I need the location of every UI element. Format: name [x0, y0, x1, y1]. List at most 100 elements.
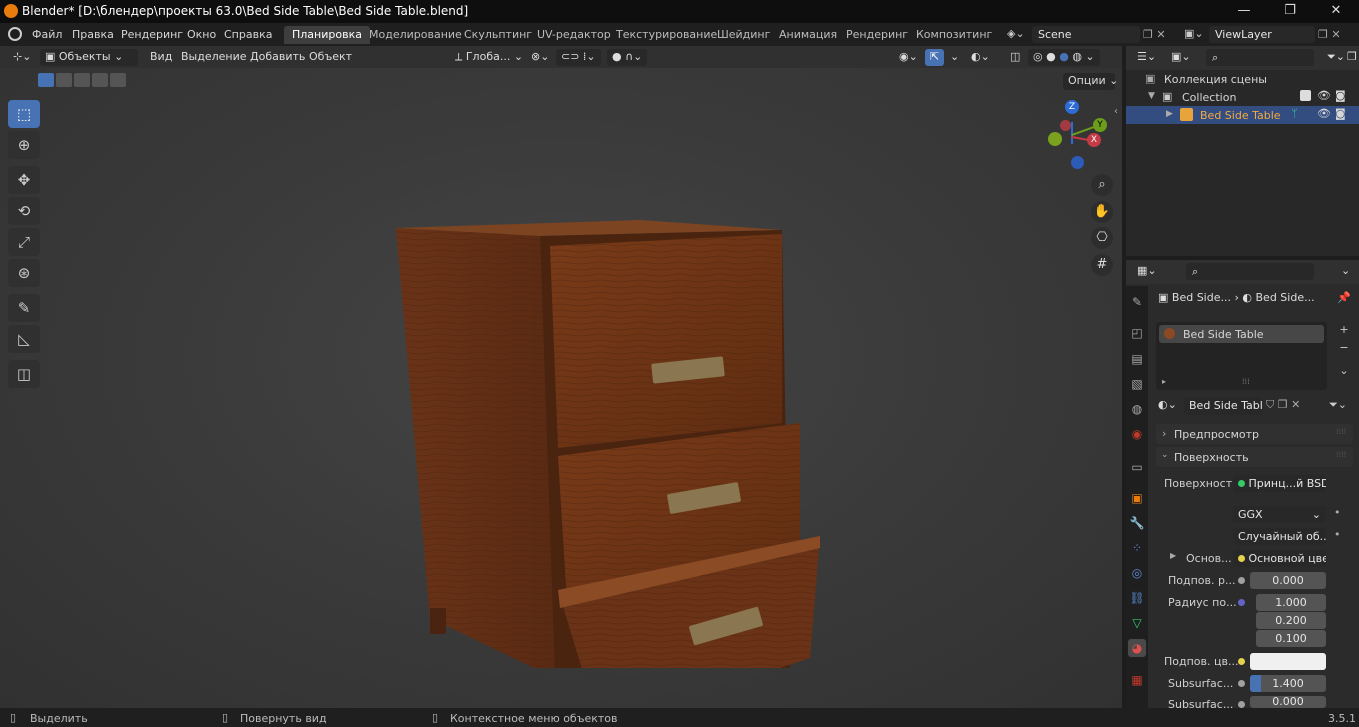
- material-name-field[interactable]: Bed Side Table: [1184, 397, 1262, 415]
- properties-options-icon[interactable]: ⌄: [1336, 263, 1355, 280]
- properties-editor-icon[interactable]: ▦⌄: [1132, 263, 1162, 280]
- constraints-tab-icon[interactable]: ⛓: [1128, 589, 1146, 607]
- select-new-icon[interactable]: [38, 73, 54, 87]
- expand-socket-icon[interactable]: ▶: [1170, 551, 1176, 560]
- subsurface-aniso-field[interactable]: 0.000: [1250, 696, 1326, 708]
- proportional-edit-icon[interactable]: ● ∩⌄: [607, 49, 648, 66]
- menu-select[interactable]: Выделение: [176, 49, 252, 66]
- gizmo-y-label[interactable]: Y: [1093, 118, 1107, 132]
- output-tab-icon[interactable]: ▤: [1128, 350, 1146, 368]
- editor-type-icon[interactable]: ⊹⌄: [8, 49, 36, 66]
- render-tab-icon[interactable]: ◰: [1128, 324, 1146, 342]
- view-layer-field[interactable]: ViewLayer: [1209, 26, 1315, 43]
- exclude-checkbox-icon[interactable]: [1300, 90, 1311, 101]
- close-button[interactable]: ✕: [1313, 0, 1359, 23]
- remove-slot-icon[interactable]: −: [1335, 341, 1353, 359]
- radius-x-field[interactable]: 1.000: [1256, 594, 1326, 611]
- tab-rendering[interactable]: Рендеринг: [838, 26, 916, 44]
- gizmo-neg-y[interactable]: [1060, 120, 1071, 131]
- scene-icon[interactable]: ◈⌄: [1007, 27, 1029, 43]
- color-socket-icon[interactable]: [1238, 658, 1245, 665]
- data-tab-icon[interactable]: ▽: [1128, 614, 1146, 632]
- menu-add[interactable]: Добавить: [245, 49, 310, 66]
- world-tab-icon[interactable]: ◉: [1128, 425, 1146, 443]
- fake-user-icon[interactable]: ⛉: [1266, 398, 1274, 411]
- transform-orientation-dropdown[interactable]: ⟂ Глоба... ⌄: [450, 49, 528, 66]
- options-dropdown[interactable]: Опции ⌄: [1063, 73, 1118, 90]
- tab-modeling[interactable]: Моделирование: [361, 26, 470, 44]
- slot-expand-icon[interactable]: ▸: [1162, 377, 1166, 386]
- move-tool-icon[interactable]: ✥: [8, 166, 40, 194]
- material-slot-list[interactable]: Bed Side Table ▸ ⁞⁞⁞: [1156, 322, 1327, 390]
- float-socket-icon[interactable]: [1238, 577, 1245, 584]
- camera-view-icon[interactable]: ⎔: [1091, 227, 1113, 249]
- pin-icon[interactable]: 📌: [1337, 291, 1351, 304]
- camera-render-icon[interactable]: ◙: [1335, 107, 1346, 120]
- scene-tab-icon[interactable]: ◍: [1128, 400, 1146, 418]
- base-color-field[interactable]: Основной цвет: [1233, 550, 1326, 567]
- expand-icon[interactable]: ▼: [1148, 91, 1155, 101]
- ortho-grid-icon[interactable]: #: [1091, 254, 1113, 276]
- material-node-icon[interactable]: ⏷⌄: [1329, 398, 1347, 412]
- subsurface-color-swatch[interactable]: [1250, 653, 1326, 670]
- material-browse-icon[interactable]: ◐⌄: [1158, 398, 1177, 411]
- outliner-object-row[interactable]: ▶ Bed Side Table ᛘ 👁 ◙: [1126, 106, 1359, 124]
- panel-surface-header[interactable]: ⌄ Поверхность ⁞⁞⁞⁞: [1156, 447, 1353, 467]
- tab-texture-paint[interactable]: Текстурирование: [608, 26, 725, 44]
- subsurface-value-field[interactable]: 0.000: [1250, 572, 1326, 589]
- annotate-tool-icon[interactable]: ✎: [8, 294, 40, 322]
- eye-icon[interactable]: 👁: [1317, 89, 1331, 102]
- float-socket-icon[interactable]: [1238, 701, 1245, 708]
- tab-compositing[interactable]: Композитинг: [908, 26, 1000, 44]
- tab-animation[interactable]: Анимация: [771, 26, 845, 44]
- distribution-dropdown[interactable]: GGX ⌄: [1233, 506, 1326, 523]
- zoom-icon[interactable]: ⌕: [1091, 174, 1113, 196]
- particles-tab-icon[interactable]: ⁘: [1128, 539, 1146, 557]
- scale-tool-icon[interactable]: ⤢: [8, 228, 40, 256]
- unlink-material-icon[interactable]: ✕: [1291, 398, 1300, 411]
- select-subtract-icon[interactable]: [74, 73, 90, 87]
- bed-side-table-model[interactable]: [390, 218, 830, 668]
- pan-hand-icon[interactable]: ✋: [1091, 201, 1113, 223]
- xray-icon[interactable]: ◫: [1005, 49, 1025, 66]
- radius-y-field[interactable]: 0.200: [1256, 612, 1326, 629]
- resize-handle-icon[interactable]: ⁞⁞⁞: [1242, 377, 1250, 386]
- pivot-icon[interactable]: ⊗⌄: [526, 49, 554, 66]
- select-intersect-icon[interactable]: [110, 73, 126, 87]
- socket-dot-icon[interactable]: •: [1334, 506, 1341, 519]
- blender-menu-icon[interactable]: [8, 27, 22, 41]
- rotate-tool-icon[interactable]: ⟲: [8, 197, 40, 225]
- expand-icon[interactable]: ▶: [1166, 109, 1173, 119]
- tab-shading[interactable]: Шейдинг: [709, 26, 778, 44]
- 3d-viewport[interactable]: Опции ⌄ ⬚ ⊕ ✥ ⟲ ⤢ ⊛ ✎ ◺ ◫ Z Y X ⌕ ✋ ⎔ # …: [0, 68, 1122, 708]
- menu-render[interactable]: Рендеринг: [121, 28, 183, 41]
- menu-view[interactable]: Вид: [145, 49, 177, 66]
- eye-icon[interactable]: 👁: [1317, 107, 1331, 120]
- texture-tab-icon[interactable]: ▦: [1128, 671, 1146, 689]
- new-view-layer-icon[interactable]: ❐ ✕: [1318, 28, 1341, 41]
- menu-edit[interactable]: Правка: [72, 28, 114, 41]
- vector-socket-icon[interactable]: [1238, 599, 1245, 606]
- surface-shader-field[interactable]: Принц...й BSDF: [1233, 475, 1326, 492]
- tab-layout[interactable]: Планировка: [284, 26, 370, 44]
- transform-tool-icon[interactable]: ⊛: [8, 259, 40, 287]
- view-layer-tab-icon[interactable]: ▧: [1128, 375, 1146, 393]
- mode-dropdown[interactable]: ▣ Объекты ⌄: [40, 49, 138, 66]
- radius-z-field[interactable]: 0.100: [1256, 630, 1326, 647]
- menu-object[interactable]: Объект: [304, 49, 357, 66]
- slot-menu-icon[interactable]: ⌄: [1335, 364, 1353, 382]
- tab-uv-editing[interactable]: UV-редактор: [529, 26, 619, 44]
- select-invert-icon[interactable]: [92, 73, 108, 87]
- menu-help[interactable]: Справка: [224, 28, 272, 41]
- panel-grip-icon[interactable]: ⁞⁞⁞⁞: [1336, 427, 1346, 436]
- socket-dot-icon[interactable]: •: [1334, 528, 1341, 541]
- view-layer-icon[interactable]: ▣⌄: [1184, 27, 1204, 40]
- gizmo-dropdown-icon[interactable]: ⌄: [945, 49, 964, 66]
- wireframe-shading-icon[interactable]: ◎: [1033, 50, 1043, 63]
- material-slot-item[interactable]: Bed Side Table: [1159, 325, 1324, 343]
- outliner-scene-collection[interactable]: ▣ Коллекция сцены: [1126, 70, 1359, 88]
- rendered-shading-icon[interactable]: ◍: [1072, 50, 1082, 63]
- tool-tab-icon[interactable]: ✎: [1128, 293, 1146, 311]
- new-collection-icon[interactable]: ❐: [1342, 49, 1359, 66]
- tab-sculpting[interactable]: Скульптинг: [456, 26, 540, 44]
